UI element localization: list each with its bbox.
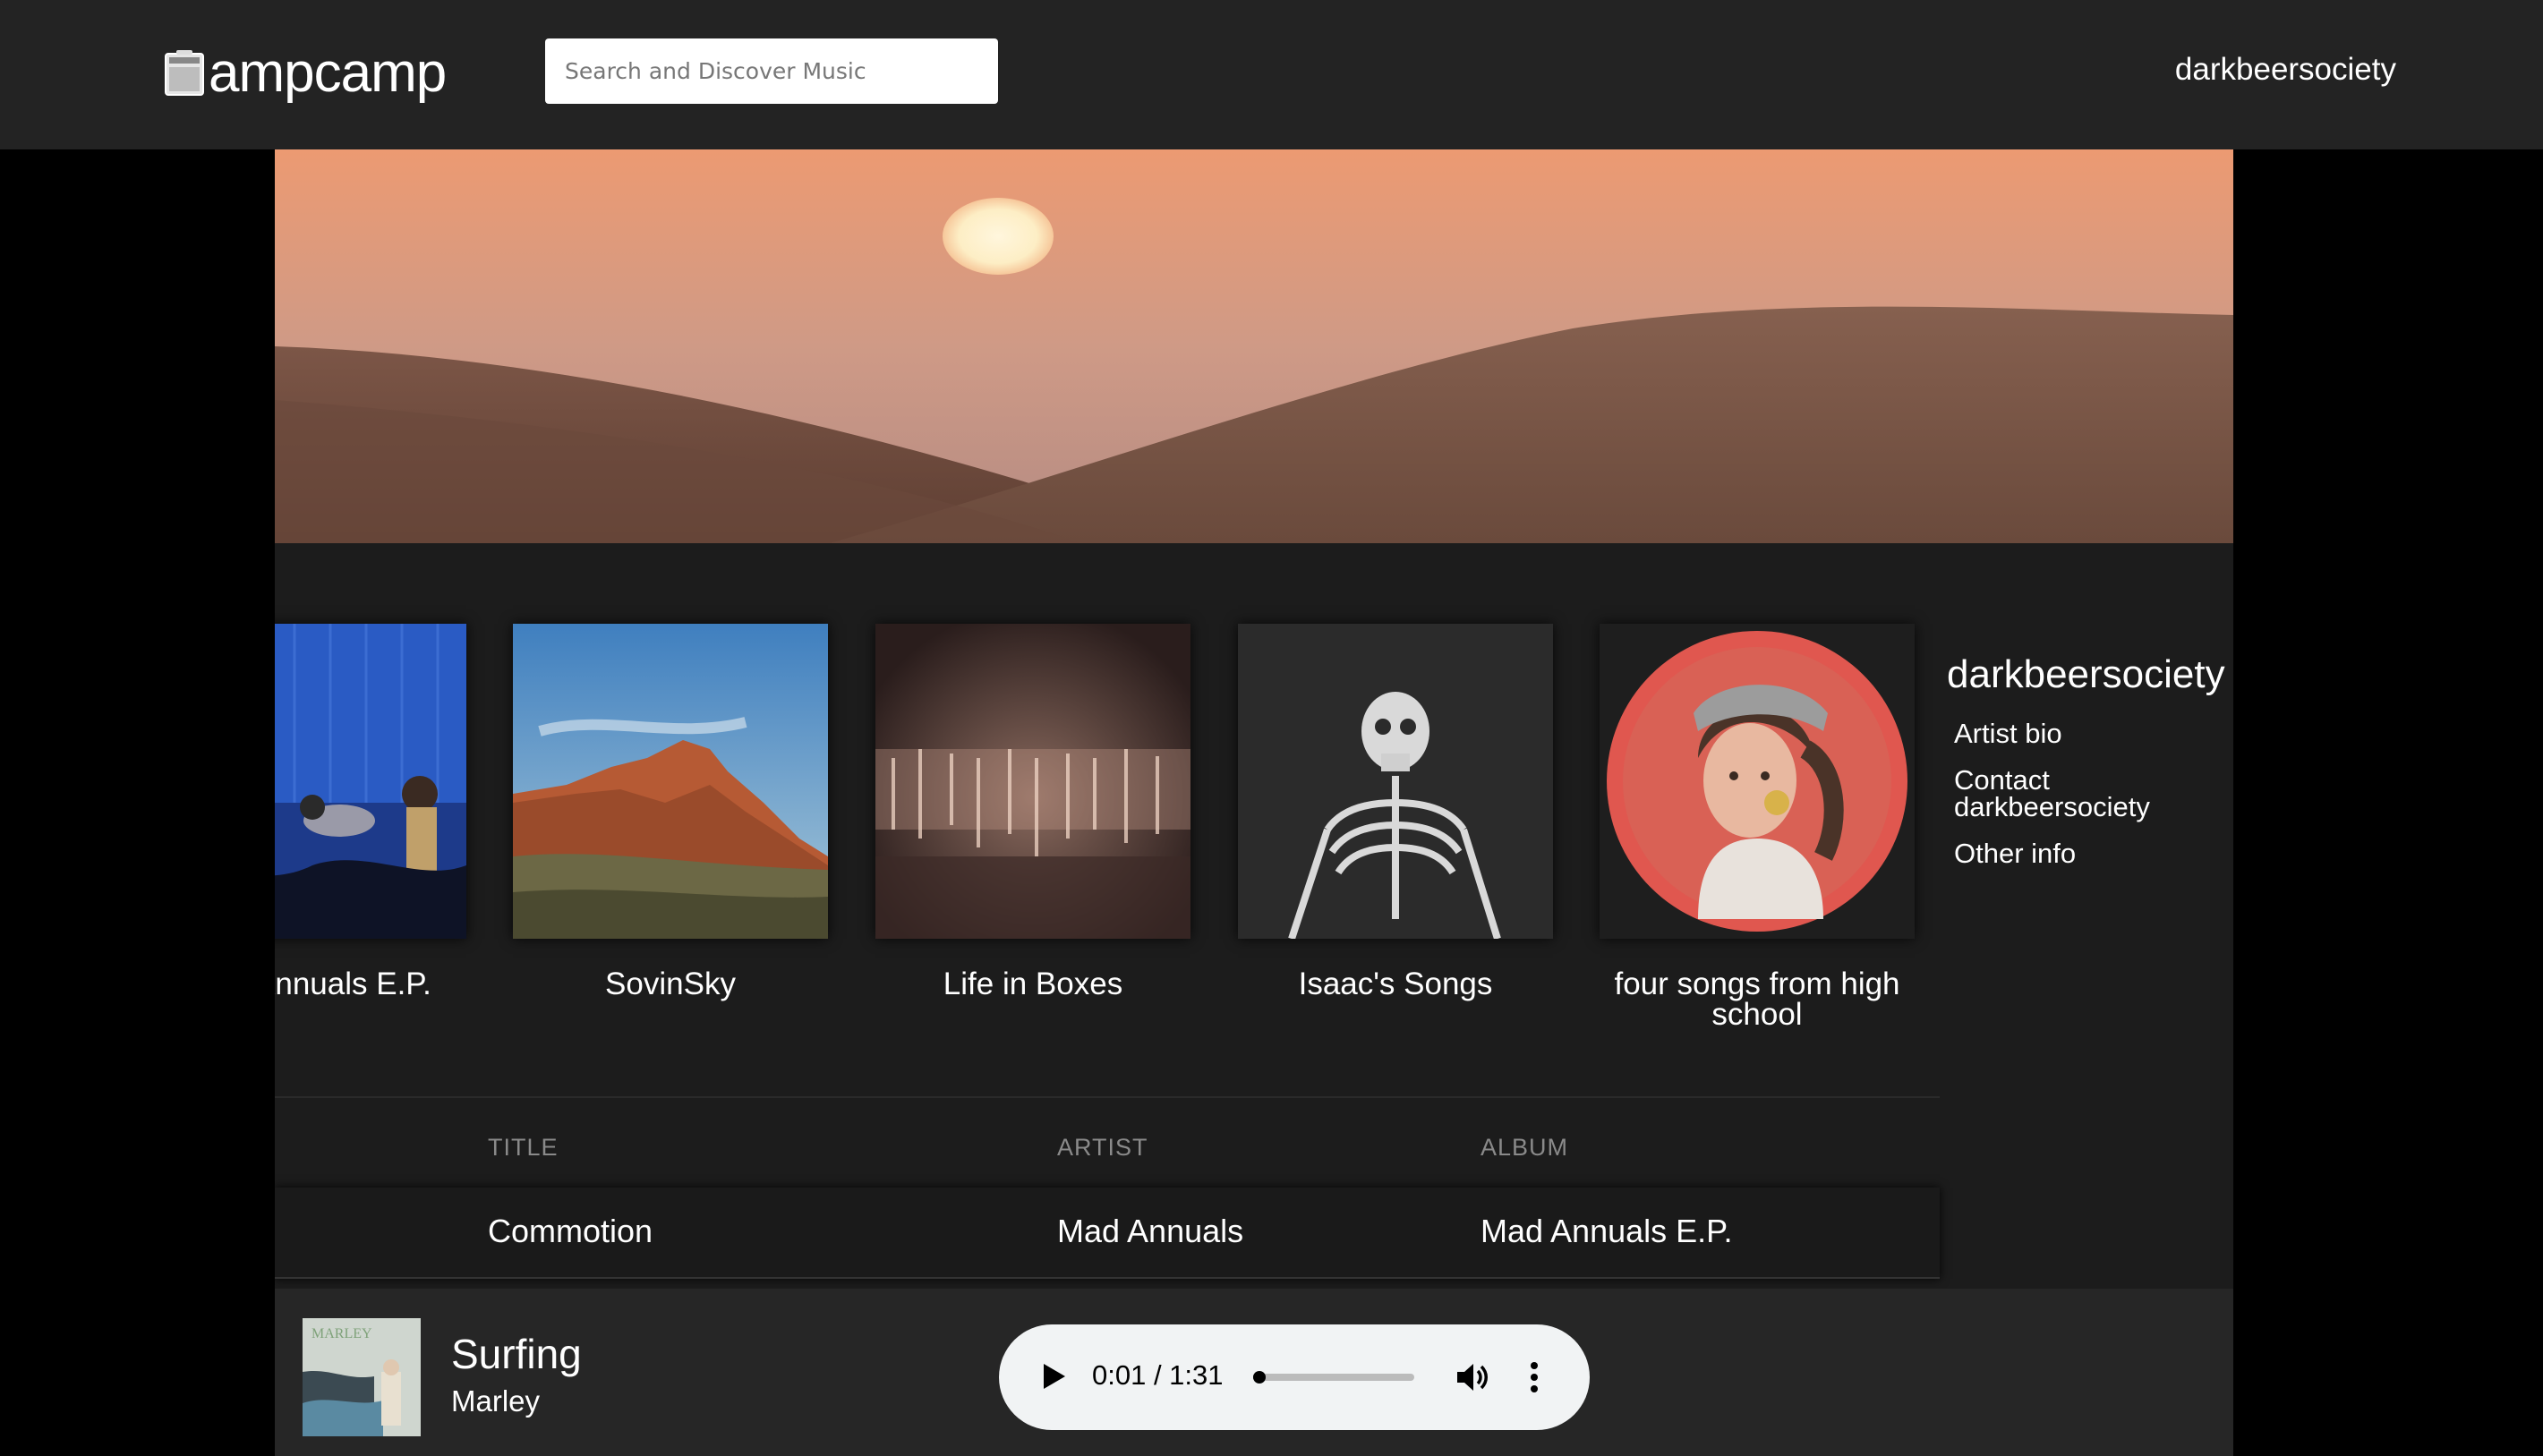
contact-artist-link[interactable]: Contact darkbeersociety bbox=[1954, 766, 2233, 821]
album-title[interactable]: Isaac's Songs bbox=[1238, 968, 1553, 1000]
artist-sidebar: darkbeersociety Artist bio Contact darkb… bbox=[1947, 652, 2233, 887]
album-card[interactable]: Life in Boxes bbox=[875, 624, 1190, 1000]
album-cover[interactable] bbox=[1238, 624, 1553, 939]
artist-bio-link[interactable]: Artist bio bbox=[1954, 719, 2233, 747]
album-card[interactable]: SovinSky bbox=[513, 624, 828, 1000]
artist-banner-image bbox=[275, 149, 2233, 543]
album-cover[interactable] bbox=[1600, 624, 1915, 939]
artist-page: Mad Annuals E.P. SovinSky bbox=[275, 149, 2233, 1456]
table-header: TITLE ARTIST ALBUM bbox=[275, 1098, 1940, 1188]
album-card[interactable]: four songs from high school bbox=[1600, 624, 1915, 1030]
seek-slider[interactable] bbox=[1253, 1371, 1414, 1384]
album-carousel: Mad Annuals E.P. SovinSky bbox=[275, 624, 1940, 1030]
top-header: ampcamp darkbeersociety bbox=[0, 0, 2543, 149]
album-card[interactable]: Mad Annuals E.P. bbox=[275, 624, 466, 1000]
column-header-artist[interactable]: ARTIST bbox=[1057, 1134, 1148, 1162]
now-playing-artist: Marley bbox=[451, 1384, 541, 1418]
now-playing-title: Surfing bbox=[451, 1331, 582, 1377]
cover-text: MARLEY bbox=[311, 1326, 372, 1341]
track-title[interactable]: Commotion bbox=[488, 1213, 653, 1250]
track-table: TITLE ARTIST ALBUM Commotion Mad Annuals… bbox=[275, 1096, 1940, 1279]
album-cover[interactable] bbox=[875, 624, 1190, 939]
album-title[interactable]: four songs from high school bbox=[1600, 968, 1915, 1030]
seek-knob[interactable] bbox=[1253, 1371, 1266, 1384]
playback-time: 0:01 / 1:31 bbox=[1092, 1359, 1224, 1391]
user-account-link[interactable]: darkbeersociety bbox=[2175, 52, 2396, 88]
track-artist[interactable]: Mad Annuals bbox=[1057, 1213, 1243, 1250]
album-cover[interactable] bbox=[275, 624, 466, 939]
site-logo[interactable]: ampcamp bbox=[164, 41, 447, 106]
album-title[interactable]: SovinSky bbox=[513, 968, 828, 1000]
album-title[interactable]: Mad Annuals E.P. bbox=[275, 968, 466, 1000]
column-header-album[interactable]: ALBUM bbox=[1481, 1134, 1568, 1162]
other-info-link[interactable]: Other info bbox=[1954, 839, 2233, 867]
logo-text: ampcamp bbox=[209, 42, 447, 104]
volume-icon[interactable] bbox=[1454, 1358, 1491, 1396]
table-row[interactable]: Commotion Mad Annuals Mad Annuals E.P. bbox=[275, 1188, 1940, 1279]
audio-player: 0:01 / 1:31 bbox=[999, 1324, 1590, 1430]
now-playing-bar: MARLEY Surfing Marley 0:01 / 1:31 bbox=[275, 1289, 2233, 1456]
column-header-title[interactable]: TITLE bbox=[488, 1134, 559, 1162]
track-album[interactable]: Mad Annuals E.P. bbox=[1481, 1213, 1733, 1250]
amp-icon bbox=[165, 50, 204, 96]
now-playing-cover: MARLEY bbox=[303, 1318, 421, 1436]
more-icon[interactable] bbox=[1525, 1358, 1543, 1396]
album-title[interactable]: Life in Boxes bbox=[875, 968, 1190, 1000]
artist-name: darkbeersociety bbox=[1947, 652, 2225, 696]
play-icon[interactable] bbox=[1035, 1358, 1071, 1394]
search-input[interactable] bbox=[545, 38, 998, 104]
album-card[interactable]: Isaac's Songs bbox=[1238, 624, 1553, 1000]
album-cover[interactable] bbox=[513, 624, 828, 939]
